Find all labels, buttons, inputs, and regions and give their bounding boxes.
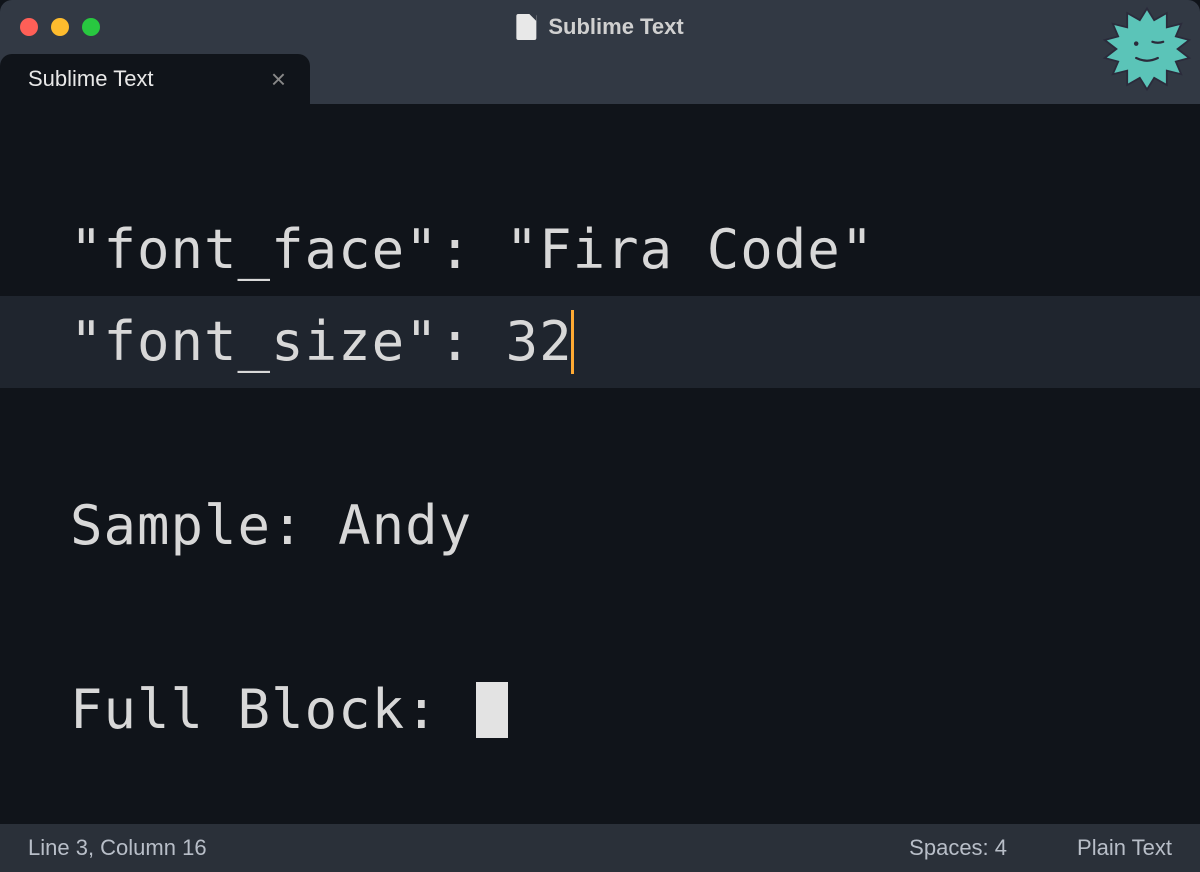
titlebar: Sublime Text (0, 0, 1200, 54)
status-bar: Line 3, Column 16 Spaces: 4 Plain Text (0, 824, 1200, 872)
maximize-window-button[interactable] (82, 18, 100, 36)
window-title-text: Sublime Text (548, 14, 683, 40)
close-tab-icon[interactable]: × (271, 66, 286, 92)
code-line (70, 388, 1200, 480)
window-controls (20, 18, 100, 36)
text-cursor (571, 310, 574, 374)
code-line-active: "font_size": 32 (0, 296, 1200, 388)
code-line: "font_face": "Fira Code" (70, 204, 1200, 296)
indentation-setting[interactable]: Spaces: 4 (909, 835, 1007, 861)
full-block-glyph (476, 682, 508, 738)
window-title: Sublime Text (516, 14, 683, 40)
tab-bar: Sublime Text × (0, 54, 1200, 104)
code-line (70, 572, 1200, 664)
code-line: Full Block: (70, 664, 1200, 756)
minimize-window-button[interactable] (51, 18, 69, 36)
code-line: Sample: Andy (70, 480, 1200, 572)
cursor-position[interactable]: Line 3, Column 16 (28, 835, 207, 861)
tab-active[interactable]: Sublime Text × (0, 54, 310, 104)
close-window-button[interactable] (20, 18, 38, 36)
editor-area[interactable]: "font_face": "Fira Code" "font_size": 32… (0, 104, 1200, 824)
tab-label: Sublime Text (28, 66, 154, 92)
syntax-setting[interactable]: Plain Text (1077, 835, 1172, 861)
mascot-icon (1102, 4, 1192, 94)
file-icon (516, 14, 536, 40)
